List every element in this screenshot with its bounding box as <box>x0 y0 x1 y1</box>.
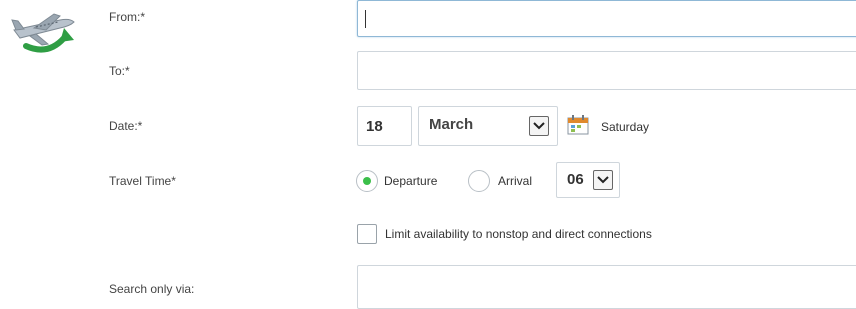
date-label: Date:* <box>109 119 143 133</box>
time-hour-value: 06 <box>567 171 584 188</box>
date-month-value: March <box>429 116 474 133</box>
to-input[interactable] <box>357 51 856 90</box>
arrival-label[interactable]: Arrival <box>498 174 532 188</box>
radio-selected-dot <box>363 177 371 185</box>
travel-time-label: Travel Time* <box>109 174 176 188</box>
limit-nonstop-checkbox[interactable] <box>357 224 377 244</box>
departure-radio[interactable] <box>356 170 378 192</box>
date-weekday: Saturday <box>601 120 650 134</box>
departure-label[interactable]: Departure <box>384 174 437 188</box>
hour-dropdown-button[interactable] <box>593 170 613 190</box>
airplane-icon <box>8 10 80 54</box>
arrival-radio[interactable] <box>468 170 490 192</box>
via-input[interactable] <box>357 265 856 309</box>
to-label: To:* <box>109 64 130 78</box>
date-month-select[interactable]: March <box>418 106 558 146</box>
chevron-down-icon <box>533 122 545 130</box>
date-day-input[interactable]: 18 <box>357 106 412 146</box>
text-caret <box>365 10 366 28</box>
from-label: From:* <box>109 10 145 24</box>
month-dropdown-button[interactable] <box>529 116 549 136</box>
via-label: Search only via: <box>109 282 195 296</box>
time-hour-select[interactable]: 06 <box>556 162 620 198</box>
from-input[interactable] <box>357 0 856 37</box>
limit-nonstop-label[interactable]: Limit availability to nonstop and direct… <box>385 227 652 241</box>
chevron-down-icon <box>597 176 609 184</box>
calendar-icon[interactable] <box>567 115 589 135</box>
date-day-value: 18 <box>366 117 383 135</box>
